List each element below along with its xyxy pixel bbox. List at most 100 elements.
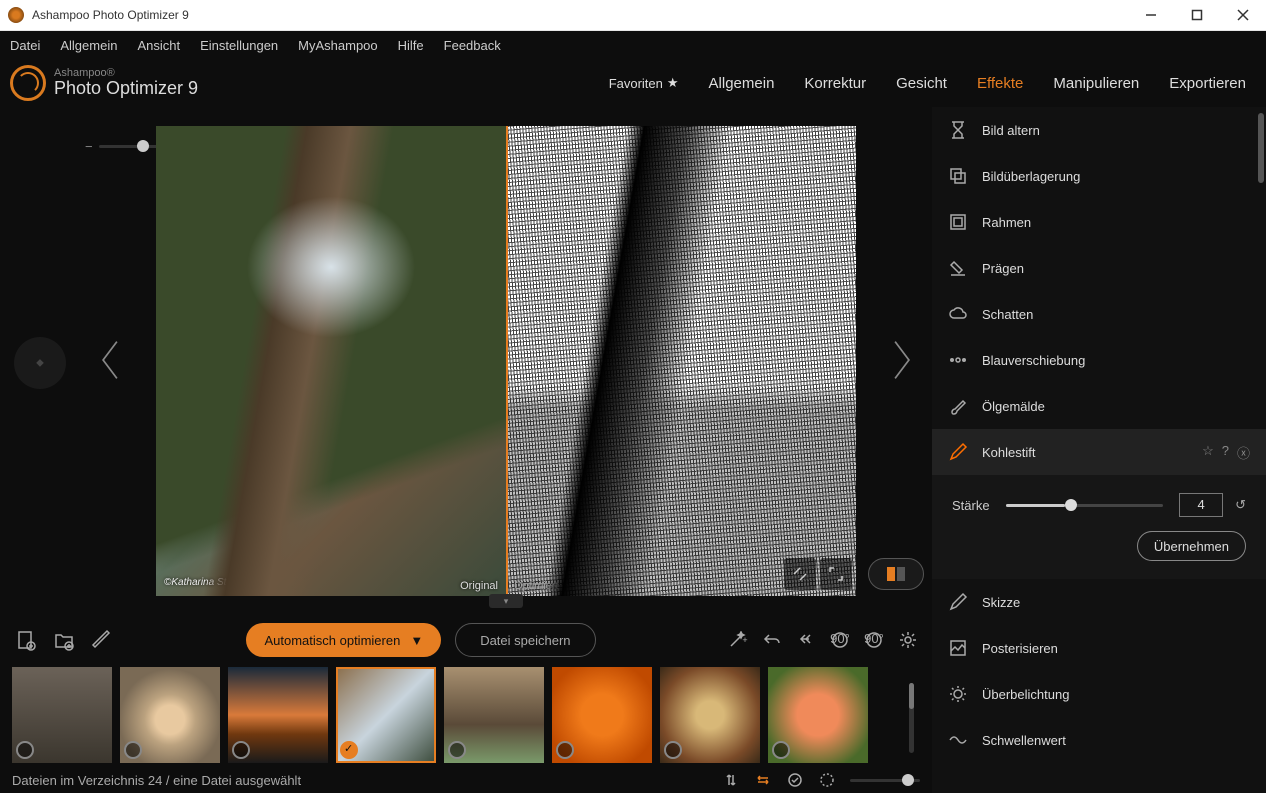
prev-image-button[interactable] [80, 337, 140, 383]
compare-divider[interactable] [506, 126, 508, 596]
filmstrip-toggle[interactable]: ▾ [489, 594, 523, 608]
settings-gear-button[interactable] [896, 628, 920, 652]
effect-emboss[interactable]: Prägen [932, 245, 1266, 291]
add-file-button[interactable] [12, 626, 40, 654]
effect-threshold[interactable]: Schwellenwert [932, 717, 1266, 763]
thumbnail-checkbox[interactable] [664, 741, 682, 759]
effect-label: Prägen [982, 261, 1024, 276]
favorite-icon[interactable]: ☆ [1202, 443, 1214, 462]
zoom-minus-icon[interactable]: − [85, 139, 93, 154]
undo-button[interactable] [760, 628, 784, 652]
hourglass-icon [948, 120, 968, 140]
effect-blueshift[interactable]: Blauverschiebung [932, 337, 1266, 383]
stamp-icon [948, 258, 968, 278]
thumbnail[interactable] [552, 667, 652, 763]
menu-einstellungen[interactable]: Einstellungen [200, 38, 278, 53]
app-shell: Datei Allgemein Ansicht Einstellungen My… [0, 31, 1266, 793]
effect-poster[interactable]: Posterisieren [932, 625, 1266, 671]
svg-text:90°: 90° [830, 631, 850, 646]
effect-label: Schwellenwert [982, 733, 1066, 748]
compare-mode-toggle[interactable] [868, 558, 924, 590]
select-all-button[interactable] [786, 771, 804, 789]
effect-params: Stärke 4 ↺ Übernehmen [932, 475, 1266, 579]
effect-charcoal[interactable]: Kohlestift☆?ⓧ [932, 429, 1266, 475]
effect-oil[interactable]: Ölgemälde [932, 383, 1266, 429]
menu-ansicht[interactable]: Ansicht [137, 38, 180, 53]
auto-optimize-button[interactable]: Automatisch optimieren▼ [246, 623, 441, 657]
thumbnail-checkbox[interactable] [232, 741, 250, 759]
brand-logo-icon [10, 65, 46, 101]
thumbnail-checkbox[interactable] [16, 741, 34, 759]
fit-to-screen-button[interactable] [784, 558, 816, 590]
effect-age[interactable]: Bild altern [932, 107, 1266, 153]
effect-label: Überbelichtung [982, 687, 1069, 702]
magic-wand-button[interactable]: + [726, 628, 750, 652]
brush-tool-button[interactable] [88, 626, 116, 654]
thumbnail[interactable] [336, 667, 436, 763]
filmstrip-scrollbar[interactable] [909, 683, 914, 753]
menu-allgemein[interactable]: Allgemein [60, 38, 117, 53]
nav-effekte[interactable]: Effekte [977, 75, 1023, 92]
reset-icon[interactable]: ↺ [1235, 497, 1246, 513]
sort-vert-button[interactable] [722, 771, 740, 789]
sidebar-scrollbar[interactable] [1258, 113, 1264, 183]
thumbnail[interactable] [660, 667, 760, 763]
optimized-label: Optimiert [514, 580, 559, 592]
nav-favoriten[interactable]: Favoriten★ [609, 75, 679, 91]
effect-sketch[interactable]: Skizze [932, 579, 1266, 625]
effect-overexp[interactable]: Überbelichtung [932, 671, 1266, 717]
sort-horiz-button[interactable] [754, 771, 772, 789]
param-label: Stärke [952, 498, 990, 513]
effect-frame[interactable]: Rahmen [932, 199, 1266, 245]
thumbnail[interactable] [228, 667, 328, 763]
apply-button[interactable]: Übernehmen [1137, 531, 1246, 561]
menubar: Datei Allgemein Ansicht Einstellungen My… [0, 31, 1266, 59]
undo-all-button[interactable] [794, 628, 818, 652]
nav-korrektur[interactable]: Korrektur [804, 75, 866, 92]
pan-control[interactable] [14, 337, 66, 389]
window-maximize-button[interactable] [1174, 0, 1220, 31]
thumbnail[interactable] [12, 667, 112, 763]
effect-shadow[interactable]: Schatten [932, 291, 1266, 337]
effect-label: Skizze [982, 595, 1020, 610]
deselect-button[interactable] [818, 771, 836, 789]
menu-datei[interactable]: Datei [10, 38, 40, 53]
save-file-button[interactable]: Datei speichern [455, 623, 595, 657]
help-icon[interactable]: ? [1222, 443, 1229, 462]
next-image-button[interactable] [872, 337, 932, 383]
menu-hilfe[interactable]: Hilfe [398, 38, 424, 53]
filmstrip [0, 667, 932, 767]
strength-value[interactable]: 4 [1179, 493, 1223, 517]
nav-exportieren[interactable]: Exportieren [1169, 75, 1246, 92]
thumbnail-size-slider[interactable] [850, 779, 920, 782]
nav-gesicht[interactable]: Gesicht [896, 75, 947, 92]
thumbnail-checkbox[interactable] [124, 741, 142, 759]
nav-allgemein[interactable]: Allgemein [709, 75, 775, 92]
rotate-left-button[interactable]: 90° [828, 628, 852, 652]
thumbnail-checkbox[interactable] [340, 741, 358, 759]
thumbnail[interactable] [768, 667, 868, 763]
thumbnail[interactable] [120, 667, 220, 763]
thumbnail-checkbox[interactable] [448, 741, 466, 759]
pencil-icon [948, 442, 968, 462]
add-folder-button[interactable] [50, 626, 78, 654]
original-pane: ©Katharina Stieg Original [156, 126, 506, 596]
menu-feedback[interactable]: Feedback [444, 38, 501, 53]
fullscreen-button[interactable] [820, 558, 852, 590]
status-text: Dateien im Verzeichnis 24 / eine Datei a… [12, 773, 301, 788]
thumbnail-checkbox[interactable] [772, 741, 790, 759]
thumbnail[interactable] [444, 667, 544, 763]
nav-manipulieren[interactable]: Manipulieren [1053, 75, 1139, 92]
effect-overlay[interactable]: Bildüberlagerung [932, 153, 1266, 199]
window-titlebar: Ashampoo Photo Optimizer 9 [0, 0, 1266, 31]
overlay-icon [948, 166, 968, 186]
window-minimize-button[interactable] [1128, 0, 1174, 31]
menu-myashampoo[interactable]: MyAshampoo [298, 38, 377, 53]
rotate-right-button[interactable]: 90° [862, 628, 886, 652]
close-icon[interactable]: ⓧ [1237, 443, 1250, 462]
strength-slider[interactable] [1006, 504, 1164, 507]
compare-canvas[interactable]: ©Katharina Stieg Original Optimiert ▾ [156, 126, 856, 596]
thumbnail-checkbox[interactable] [556, 741, 574, 759]
image-viewer: − + ©Katharina Stieg Original Optimiert [0, 107, 932, 613]
window-close-button[interactable] [1220, 0, 1266, 31]
